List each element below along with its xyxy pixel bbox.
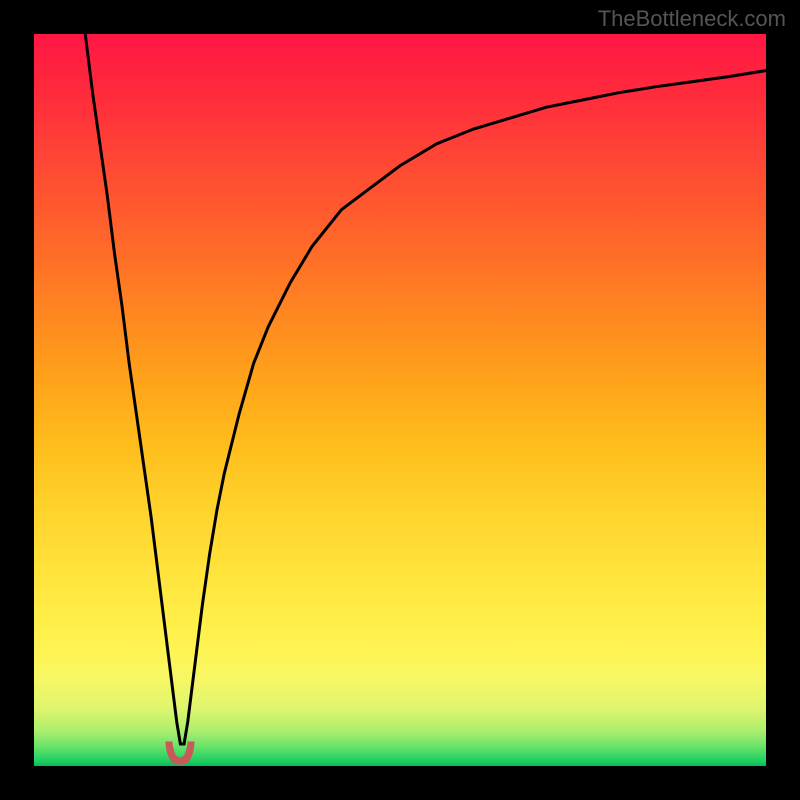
minimum-marker <box>164 740 196 766</box>
watermark: TheBottleneck.com <box>598 6 786 32</box>
plot-area <box>34 34 766 766</box>
bottleneck-curve <box>34 34 766 766</box>
